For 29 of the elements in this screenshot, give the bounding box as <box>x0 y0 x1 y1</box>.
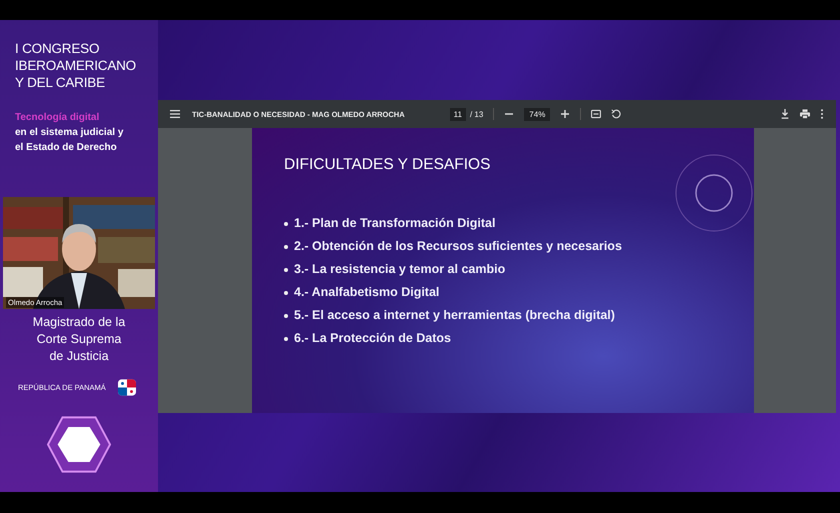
bullet-text: 4.- Analfabetismo Digital <box>294 284 440 301</box>
hexagon-logo-icon <box>47 416 111 473</box>
download-icon[interactable] <box>780 109 790 119</box>
subtitle: en el sistema judicial y el Estado de Derecho <box>15 126 124 155</box>
zoom-in-icon[interactable] <box>560 109 570 119</box>
bullet-icon <box>284 290 288 294</box>
speaker-role: Magistrado de la Corte Suprema de Justicia <box>32 314 126 365</box>
fit-page-icon[interactable] <box>591 109 602 119</box>
bullet-text: 2.- Obtención de los Recursos suficientes y necesarios <box>294 238 622 255</box>
page-total: / 13 <box>470 110 484 118</box>
menu-icon[interactable] <box>170 109 180 119</box>
zoom-field[interactable]: 74% <box>524 108 550 120</box>
bullet-text: 6.- La Protección de Datos <box>294 330 451 347</box>
bullet-text: 3.- La resistencia y temor al cambio <box>294 261 506 278</box>
bullet-icon <box>284 222 288 226</box>
bullet-icon <box>284 268 288 272</box>
bullet-text: 1.- Plan de Transformación Digital <box>294 215 496 232</box>
bullet-icon <box>284 336 288 340</box>
slide-title: DIFICULTADES Y DESAFIOS <box>284 156 492 174</box>
bullet-text: 5.- El acceso a internet y herramientas (brecha digital) <box>294 307 615 324</box>
print-icon[interactable] <box>800 109 810 119</box>
subtitle-highlight: Tecnología digital <box>15 111 100 125</box>
flag-icon <box>118 379 136 396</box>
more-options-icon[interactable] <box>820 109 824 119</box>
event-title: I CONGRESO IBEROAMERICANO Y DEL CARIBE <box>14 40 137 91</box>
bullet-icon <box>284 314 288 318</box>
rotate-icon[interactable] <box>611 109 622 119</box>
page-number-field[interactable]: 11 <box>450 108 466 120</box>
bullet-icon <box>284 244 288 248</box>
